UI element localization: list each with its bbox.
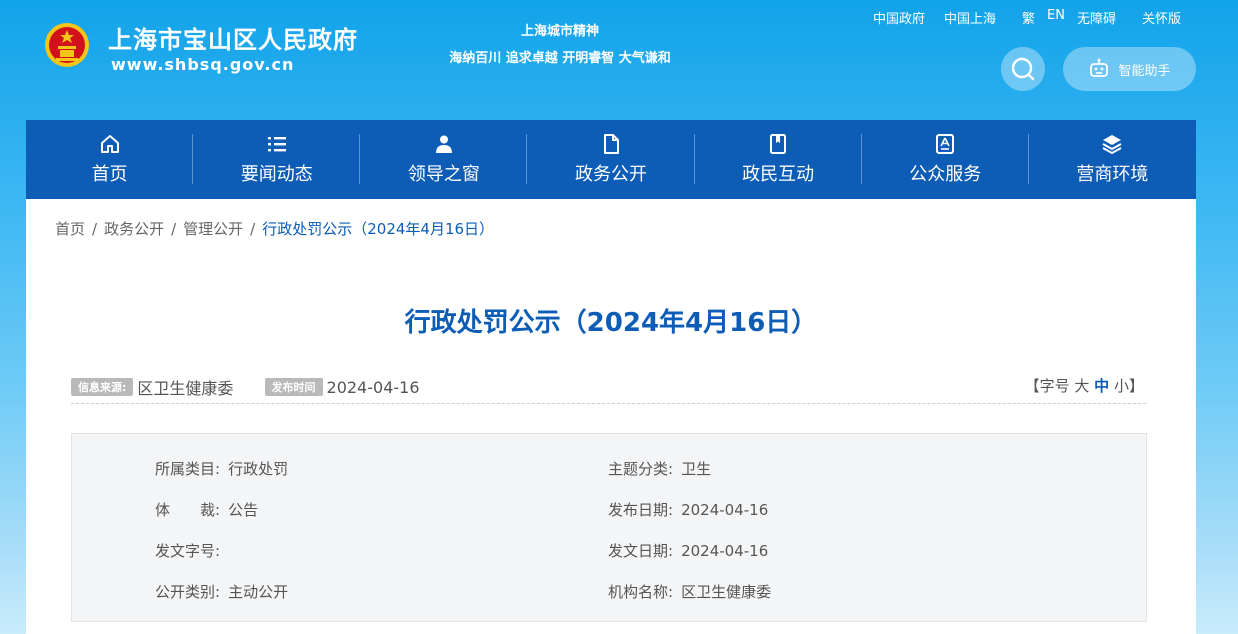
link-care-mode[interactable]: 关怀版 — [1142, 8, 1181, 27]
nav-item-label: 政务公开 — [574, 164, 647, 185]
info-value: 2024-04-16 — [681, 501, 769, 519]
link-china-gov[interactable]: 中国政府 — [873, 8, 925, 27]
nav-item-label: 营商环境 — [1076, 164, 1149, 185]
font-size-medium[interactable]: 中 — [1094, 377, 1109, 395]
source-tag: 信息来源: — [71, 378, 134, 396]
nav-item-public-service[interactable]: 公众服务 — [862, 120, 1029, 199]
breadcrumb-home[interactable]: 首页 — [55, 220, 85, 238]
breadcrumb-separator: / — [171, 220, 177, 238]
info-docno: 发文字号: — [155, 540, 228, 561]
info-label: 体 裁: — [155, 501, 221, 519]
breadcrumb-current[interactable]: 行政处罚公示（2024年4月16日） — [262, 220, 494, 238]
nav-item-label: 公众服务 — [909, 164, 982, 185]
info-category: 所属类目: 行政处罚 — [155, 458, 288, 479]
layers-icon — [1102, 135, 1122, 155]
link-traditional[interactable]: 繁 — [1022, 8, 1035, 27]
link-shanghai-gov[interactable]: 中国上海 — [944, 8, 996, 27]
nav-item-label: 政民互动 — [742, 164, 815, 185]
main-nav: 首页 要闻动态 领导之窗 政务公开 政民互动 公众服务 营商环境 — [26, 120, 1196, 199]
site-title[interactable]: 上海市宝山区人民政府 — [108, 20, 358, 55]
city-spirit-text: 海纳百川 追求卓越 开明睿智 大气谦和 — [449, 51, 671, 66]
nav-item-leaders[interactable]: 领导之窗 — [360, 120, 528, 199]
site-header: 上海市宝山区人民政府 www.shbsq.gov.cn 上海城市精神 海纳百川 … — [0, 0, 1238, 120]
list-icon — [267, 137, 286, 152]
city-spirit-title: 上海城市精神 — [520, 24, 599, 39]
breadcrumb-separator: / — [92, 220, 98, 238]
national-emblem-icon — [45, 23, 89, 67]
breadcrumb-gov-affairs[interactable]: 政务公开 — [104, 220, 164, 238]
info-label: 所属类目: — [155, 460, 221, 478]
info-label: 发文日期: — [608, 542, 674, 560]
document-icon — [603, 134, 619, 154]
nav-item-home[interactable]: 首页 — [26, 120, 194, 199]
font-size-large[interactable]: 大 — [1074, 377, 1089, 395]
site-url[interactable]: www.shbsq.gov.cn — [111, 55, 294, 74]
info-value: 卫生 — [681, 460, 712, 478]
nav-item-business[interactable]: 营商环境 — [1029, 120, 1196, 199]
info-opentype: 公开类别: 主动公开 — [155, 581, 288, 602]
main-content: 首页 / 政务公开 / 管理公开 / 行政处罚公示（2024年4月16日） 行政处罚公示（2… — [26, 199, 1196, 634]
font-size-prefix: 【字号 — [1024, 377, 1070, 395]
info-label: 主题分类: — [608, 460, 674, 478]
date-tag: 发布时间 — [264, 378, 323, 396]
nav-item-news[interactable]: 要闻动态 — [193, 120, 361, 199]
info-value: 2024-04-16 — [681, 542, 769, 560]
page-title: 行政处罚公示（2024年4月16日） — [404, 308, 818, 338]
info-value: 区卫生健康委 — [681, 583, 772, 601]
smart-assistant-label: 智能助手 — [1118, 63, 1171, 79]
nav-item-interaction[interactable]: 政民互动 — [695, 120, 862, 199]
info-pubdate: 发布日期: 2024-04-16 — [608, 499, 768, 520]
info-genre: 体 裁: 公告 — [155, 499, 258, 520]
article-meta: 信息来源: 区卫生健康委 发布时间 2024-04-16 【字号 大 中 小】 — [71, 375, 1146, 404]
bookmark-icon — [770, 134, 787, 154]
breadcrumb-separator: / — [250, 220, 256, 238]
info-value: 公告 — [228, 501, 259, 519]
font-size-suffix: 】 — [1128, 377, 1144, 395]
nav-item-label: 领导之窗 — [407, 164, 480, 185]
nav-item-label: 要闻动态 — [240, 164, 313, 185]
home-icon — [100, 135, 119, 153]
info-label: 公开类别: — [155, 583, 221, 601]
info-label: 发布日期: — [608, 501, 674, 519]
publish-date: 2024-04-16 — [326, 377, 420, 397]
search-button[interactable] — [1001, 47, 1045, 91]
breadcrumb-management[interactable]: 管理公开 — [183, 220, 243, 238]
top-links: 中国政府 中国上海 繁 EN 无障碍 关怀版 — [873, 8, 1181, 27]
smart-assistant-button[interactable]: 智能助手 — [1063, 47, 1196, 91]
info-table: 所属类目: 行政处罚 主题分类: 卫生 体 裁: 公告 发布日期: 2024-04-16… — [71, 433, 1147, 622]
info-value: 行政处罚 — [228, 460, 289, 478]
info-topic: 主题分类: 卫生 — [608, 458, 711, 479]
service-icon — [936, 134, 955, 154]
info-label: 发文字号: — [155, 542, 221, 560]
info-label: 机构名称: — [608, 583, 674, 601]
info-org: 机构名称: 区卫生健康委 — [608, 581, 771, 602]
link-accessibility[interactable]: 无障碍 — [1077, 8, 1116, 27]
info-value: 主动公开 — [228, 583, 289, 601]
breadcrumb: 首页 / 政务公开 / 管理公开 / 行政处罚公示（2024年4月16日） — [55, 218, 494, 239]
nav-item-gov-affairs[interactable]: 政务公开 — [527, 120, 695, 199]
person-icon — [435, 135, 452, 153]
source-value: 区卫生健康委 — [137, 379, 234, 398]
font-size-small[interactable]: 小 — [1114, 377, 1129, 395]
nav-item-label: 首页 — [91, 164, 128, 185]
font-size-control: 【字号 大 中 小】 — [1025, 375, 1144, 396]
search-icon — [1011, 57, 1035, 81]
info-docdate: 发文日期: 2024-04-16 — [608, 540, 768, 561]
link-english[interactable]: EN — [1047, 8, 1065, 27]
robot-icon — [1090, 58, 1109, 77]
